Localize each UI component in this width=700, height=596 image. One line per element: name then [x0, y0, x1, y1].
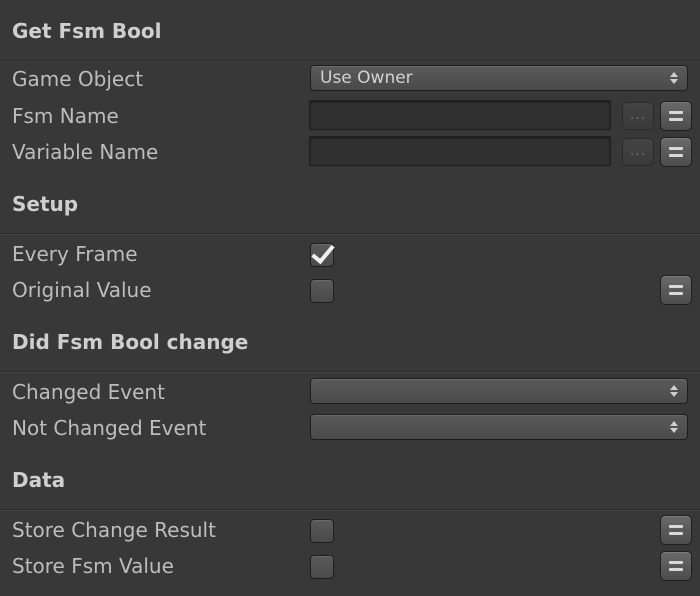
changed-event-dropdown[interactable] [310, 378, 688, 404]
section-title: Get Fsm Bool [12, 19, 162, 43]
original-value-variable-toggle[interactable] [660, 275, 692, 305]
dropdown-value: Use Owner [320, 68, 413, 88]
section-title: Did Fsm Bool change [12, 330, 249, 354]
store-change-result-checkbox[interactable] [310, 519, 334, 543]
up-down-arrows-icon [670, 383, 678, 399]
row-every-frame: Every Frame [0, 238, 700, 274]
row-variable-name: Variable Name ... [0, 136, 700, 172]
row-original-value: Original Value [0, 274, 700, 310]
fsm-name-variable-toggle[interactable] [660, 101, 692, 131]
section-title: Setup [12, 192, 79, 216]
store-fsm-value-variable-toggle[interactable] [660, 551, 692, 581]
store-fsm-value-checkbox[interactable] [310, 555, 334, 579]
variable-name-browse-button[interactable]: ... [622, 138, 654, 166]
up-down-arrows-icon [670, 70, 678, 86]
variable-name-input[interactable] [309, 136, 611, 166]
action-inspector-panel: Get Fsm Bool Game Object Use Owner Fsm N… [0, 0, 700, 596]
original-value-checkbox[interactable] [310, 279, 334, 303]
row-changed-event: Changed Event [0, 376, 700, 412]
fsm-name-browse-button[interactable]: ... [622, 102, 654, 130]
row-fsm-name: Fsm Name ... [0, 100, 700, 136]
row-store-change-result: Store Change Result [0, 514, 700, 550]
checkmark-icon [311, 239, 335, 265]
field-label: Original Value [12, 278, 152, 302]
field-label: Game Object [12, 67, 144, 91]
section-header-did-fsm-bool-change[interactable]: Did Fsm Bool change [0, 310, 700, 372]
section-header-get-fsm-bool[interactable]: Get Fsm Bool [0, 0, 700, 61]
row-store-fsm-value: Store Fsm Value [0, 550, 700, 586]
field-label: Variable Name [12, 140, 159, 164]
section-header-setup[interactable]: Setup [0, 172, 700, 234]
game-object-dropdown[interactable]: Use Owner [310, 65, 688, 91]
store-change-result-variable-toggle[interactable] [660, 515, 692, 545]
up-down-arrows-icon [670, 419, 678, 435]
not-changed-event-dropdown[interactable] [310, 414, 688, 440]
field-label: Store Change Result [12, 518, 216, 542]
variable-name-variable-toggle[interactable] [660, 137, 692, 167]
field-label: Store Fsm Value [12, 554, 174, 578]
section-title: Data [12, 468, 66, 492]
field-label: Fsm Name [12, 104, 119, 128]
every-frame-checkbox[interactable] [310, 239, 335, 267]
field-label: Changed Event [12, 380, 165, 404]
row-game-object: Game Object Use Owner [0, 63, 700, 99]
section-header-data[interactable]: Data [0, 448, 700, 510]
fsm-name-input[interactable] [309, 100, 611, 130]
field-label: Every Frame [12, 242, 138, 266]
row-not-changed-event: Not Changed Event [0, 412, 700, 448]
field-label: Not Changed Event [12, 416, 207, 440]
